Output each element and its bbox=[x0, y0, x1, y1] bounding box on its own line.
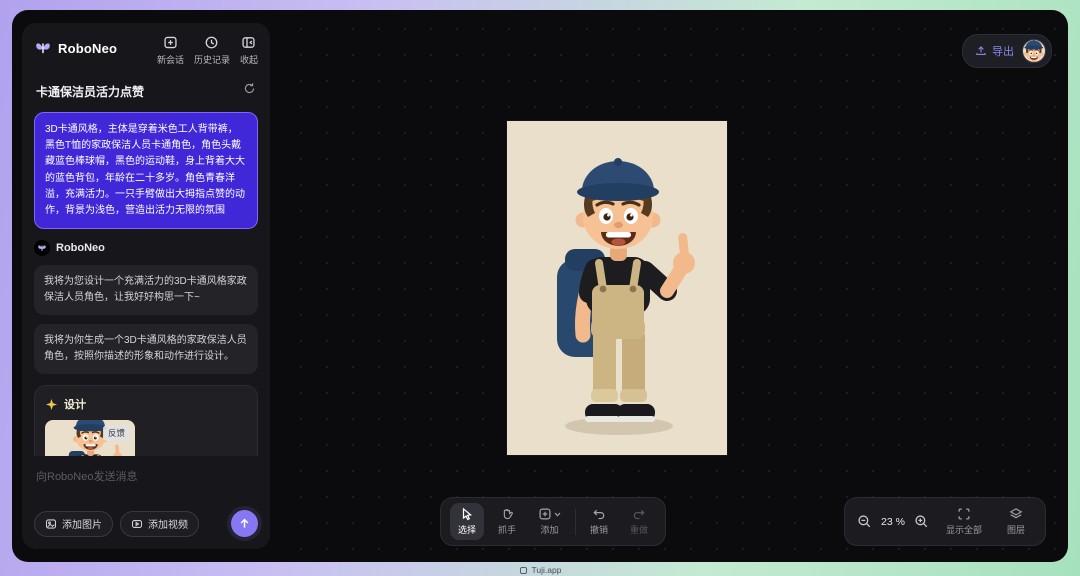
app-window: RoboNeo 新会话 历史记录 bbox=[12, 10, 1068, 562]
zoom-unit: % bbox=[896, 516, 905, 528]
tool-select[interactable]: 选择 bbox=[450, 503, 484, 540]
undo-icon bbox=[592, 507, 606, 521]
export-label: 导出 bbox=[992, 43, 1014, 59]
tool-add-label: 添加 bbox=[541, 523, 559, 536]
new-chat-icon bbox=[163, 35, 178, 50]
tool-hand[interactable]: 抓手 bbox=[490, 503, 524, 540]
assistant-label: RoboNeo bbox=[34, 240, 258, 256]
fit-view-icon bbox=[957, 507, 971, 521]
layers-label: 图层 bbox=[1007, 523, 1025, 536]
tool-undo-label: 撤销 bbox=[590, 523, 608, 536]
sidebar-header: RoboNeo 新会话 历史记录 bbox=[34, 35, 258, 66]
design-thumbnail[interactable]: 反馈 bbox=[45, 420, 135, 456]
message-list: 3D卡通风格，主体是穿着米色工人背带裤，黑色T恤的家政保洁人员卡通角色，角色头戴… bbox=[34, 112, 258, 456]
add-image-button[interactable]: 添加图片 bbox=[34, 511, 113, 537]
design-card-header: 设计 bbox=[45, 396, 247, 412]
canvas-area[interactable]: 导出 选择 bbox=[280, 10, 1068, 562]
desktop-background: RoboNeo 新会话 历史记录 bbox=[0, 0, 1080, 576]
image-icon bbox=[45, 518, 57, 530]
canvas-toolbar: 选择 抓手 bbox=[440, 497, 666, 546]
show-all-label: 显示全部 bbox=[946, 523, 982, 536]
toolbar-divider bbox=[575, 509, 576, 535]
avatar-image bbox=[1023, 40, 1045, 62]
tool-add[interactable]: 添加 bbox=[530, 503, 569, 540]
export-icon bbox=[975, 45, 987, 57]
user-avatar[interactable] bbox=[1022, 39, 1046, 63]
collapse-label: 收起 bbox=[240, 53, 258, 66]
assistant-avatar-icon bbox=[34, 240, 50, 256]
zoom-level: 23 % bbox=[881, 516, 905, 528]
view-controls: 23 % 显示全部 图层 bbox=[844, 497, 1046, 546]
collapse-icon bbox=[241, 35, 256, 50]
layers-button[interactable]: 图层 bbox=[999, 503, 1033, 540]
arrow-up-icon bbox=[238, 517, 251, 530]
video-icon bbox=[131, 518, 143, 530]
tool-select-label: 选择 bbox=[458, 523, 476, 536]
generated-image[interactable] bbox=[507, 121, 727, 455]
sparkle-icon bbox=[45, 398, 58, 411]
brand-name: RoboNeo bbox=[58, 41, 117, 56]
user-message-bubble: 3D卡通风格，主体是穿着米色工人背带裤，黑色T恤的家政保洁人员卡通角色，角色头戴… bbox=[34, 112, 258, 229]
tool-hand-label: 抓手 bbox=[498, 523, 516, 536]
add-image-label: 添加图片 bbox=[62, 516, 102, 531]
cursor-icon bbox=[460, 507, 474, 521]
new-chat-label: 新会话 bbox=[157, 53, 184, 66]
history-icon bbox=[204, 35, 219, 50]
feedback-badge[interactable]: 反馈 bbox=[103, 425, 130, 441]
zoom-in-icon[interactable] bbox=[914, 514, 929, 529]
roboneo-logo-icon bbox=[34, 39, 52, 57]
tool-undo[interactable]: 撤销 bbox=[582, 503, 616, 540]
add-video-label: 添加视频 bbox=[148, 516, 188, 531]
send-button[interactable] bbox=[231, 510, 258, 537]
redo-icon bbox=[632, 507, 646, 521]
collapse-button[interactable]: 收起 bbox=[240, 35, 258, 66]
history-button[interactable]: 历史记录 bbox=[194, 35, 230, 66]
zoom-out-icon[interactable] bbox=[857, 514, 872, 529]
footer-brand-label: Tuji.app bbox=[532, 565, 562, 575]
design-title: 设计 bbox=[64, 396, 86, 412]
composer: 向RoboNeo发送消息 添加图片 添加视频 bbox=[34, 464, 258, 537]
zoom-value: 23 bbox=[881, 516, 893, 528]
plus-square-icon bbox=[538, 507, 552, 521]
conversation-title-row: 卡通保洁员活力点赞 bbox=[36, 82, 256, 100]
assistant-message-bubble: 我将为你生成一个3D卡通风格的家政保洁人员角色，按照你描述的形象和动作进行设计。 bbox=[34, 324, 258, 374]
show-all-button[interactable]: 显示全部 bbox=[938, 503, 990, 540]
history-label: 历史记录 bbox=[194, 53, 230, 66]
design-card: 设计 反馈 bbox=[34, 385, 258, 456]
assistant-message-bubble: 我将为您设计一个充满活力的3D卡通风格家政保洁人员角色，让我好好构思一下~ bbox=[34, 265, 258, 315]
assistant-name: RoboNeo bbox=[56, 242, 105, 254]
new-chat-button[interactable]: 新会话 bbox=[157, 35, 184, 66]
character-illustration bbox=[507, 121, 727, 455]
layers-icon bbox=[1009, 507, 1023, 521]
refresh-icon[interactable] bbox=[243, 82, 256, 100]
add-video-button[interactable]: 添加视频 bbox=[120, 511, 199, 537]
tool-redo[interactable]: 重做 bbox=[622, 503, 656, 540]
brand: RoboNeo bbox=[34, 35, 117, 57]
tool-add-iconrow bbox=[538, 507, 561, 521]
message-input[interactable]: 向RoboNeo发送消息 bbox=[36, 468, 256, 484]
export-button[interactable]: 导出 bbox=[975, 43, 1014, 59]
sidebar: RoboNeo 新会话 历史记录 bbox=[22, 23, 270, 549]
footer-brand: Tuji.app bbox=[0, 565, 1080, 575]
conversation-title: 卡通保洁员活力点赞 bbox=[36, 83, 144, 100]
composer-actions: 添加图片 添加视频 bbox=[34, 510, 258, 537]
tuji-logo-icon bbox=[519, 566, 528, 575]
sidebar-actions: 新会话 历史记录 收起 bbox=[157, 35, 258, 66]
chevron-down-icon bbox=[554, 512, 561, 517]
hand-icon bbox=[500, 507, 514, 521]
tool-redo-label: 重做 bbox=[630, 523, 648, 536]
canvas-top-right: 导出 bbox=[962, 34, 1052, 68]
